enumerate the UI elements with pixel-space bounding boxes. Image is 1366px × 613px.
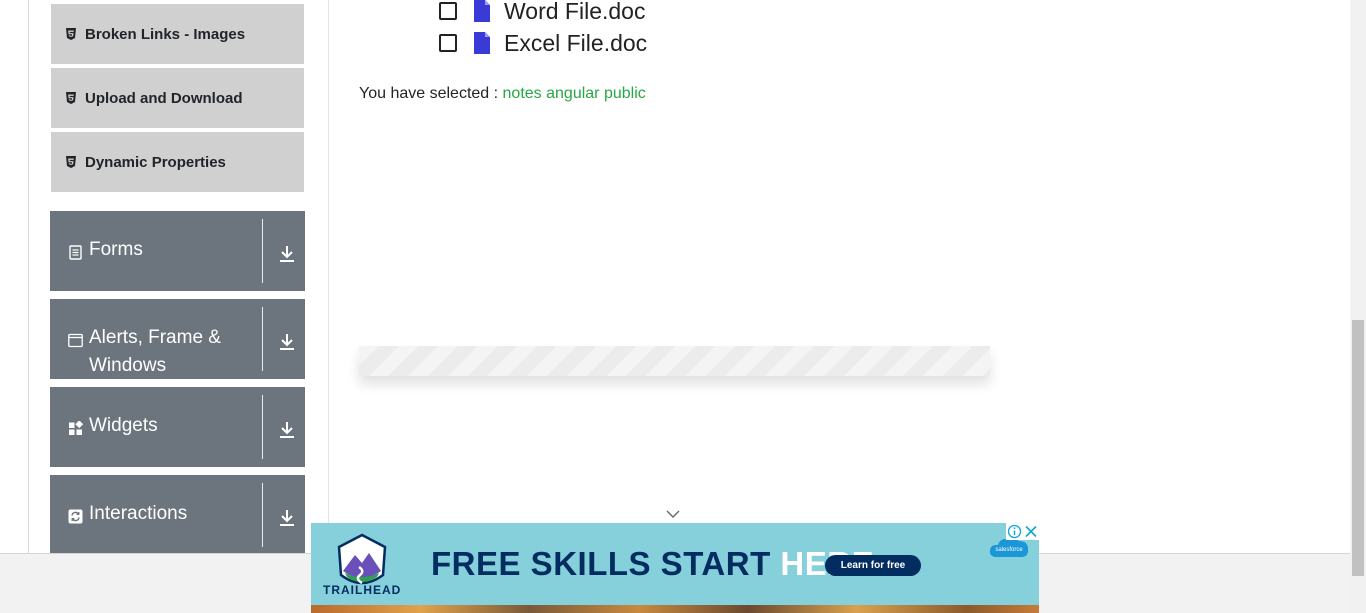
interactions-icon — [68, 509, 83, 524]
checkbox[interactable] — [439, 2, 457, 20]
sidebar-item-label: Dynamic Properties — [85, 153, 226, 171]
ad-placeholder-strip — [359, 346, 990, 376]
sidebar-item-broken-links-images[interactable]: Broken Links - Images — [51, 4, 304, 66]
download-icon[interactable] — [278, 507, 296, 527]
window-icon — [68, 333, 83, 348]
group-label: Widgets — [89, 415, 158, 436]
sidebar-item-label: Broken Links - Images — [85, 25, 246, 43]
widgets-icon — [69, 421, 83, 435]
ad-close-icon[interactable] — [1023, 523, 1039, 540]
group-separator — [262, 483, 263, 547]
tree-node-word-file: Word File.doc — [439, 0, 645, 24]
download-icon[interactable] — [278, 243, 296, 263]
group-separator — [262, 219, 263, 283]
group-label: Forms — [89, 239, 143, 260]
sidebar-item-dynamic-properties[interactable]: Dynamic Properties — [51, 132, 304, 194]
ad-banner[interactable]: TRAILHEAD FREE SKILLS START HERE. Learn … — [311, 523, 1039, 613]
sidebar-divider — [328, 0, 329, 553]
form-icon — [69, 245, 82, 260]
sidebar-item-label: Upload and Download — [85, 89, 243, 107]
sidebar-left-border — [28, 0, 29, 553]
ad-illustration — [311, 605, 1039, 613]
sidebar-group-widgets[interactable]: Widgets — [50, 387, 305, 467]
html5-icon — [65, 27, 77, 41]
sidebar-group-interactions[interactable]: Interactions — [50, 475, 305, 555]
html5-icon — [65, 91, 77, 105]
svg-text:salesforce: salesforce — [995, 547, 1023, 553]
tree-node-excel-file: Excel File.doc — [439, 30, 647, 56]
group-label: Alerts, Frame & Windows — [89, 327, 221, 376]
sidebar-group-forms[interactable]: Forms — [50, 211, 305, 291]
download-icon[interactable] — [278, 419, 296, 439]
html5-icon — [65, 155, 77, 169]
selection-value: notes angular public — [502, 85, 646, 102]
selection-prefix: You have selected : — [359, 85, 499, 102]
ad-headline-part1: FREE SKILLS START — [431, 545, 771, 582]
ad-brand: TRAILHEAD — [323, 583, 402, 597]
download-icon[interactable] — [278, 331, 296, 351]
ad-info-icon[interactable] — [1006, 523, 1023, 540]
group-separator — [262, 307, 263, 371]
file-name[interactable]: Excel File.doc — [504, 30, 647, 57]
scrollbar-thumb[interactable] — [1352, 320, 1364, 576]
sidebar-group-alerts-frame-windows[interactable]: Alerts, Frame & Windows — [50, 299, 305, 379]
group-separator — [262, 395, 263, 459]
group-label: Interactions — [89, 503, 188, 524]
chevron-down-icon[interactable] — [665, 508, 681, 520]
sidebar-item-upload-download[interactable]: Upload and Download — [51, 68, 304, 130]
file-name[interactable]: Word File.doc — [504, 0, 645, 25]
file-icon — [474, 0, 490, 22]
checkbox[interactable] — [439, 34, 457, 52]
ad-cta-button[interactable]: Learn for free — [825, 555, 921, 576]
file-icon — [474, 32, 490, 54]
selection-result: You have selected : notes angular public — [359, 85, 646, 103]
ad-headline: FREE SKILLS START HERE. — [431, 545, 884, 583]
